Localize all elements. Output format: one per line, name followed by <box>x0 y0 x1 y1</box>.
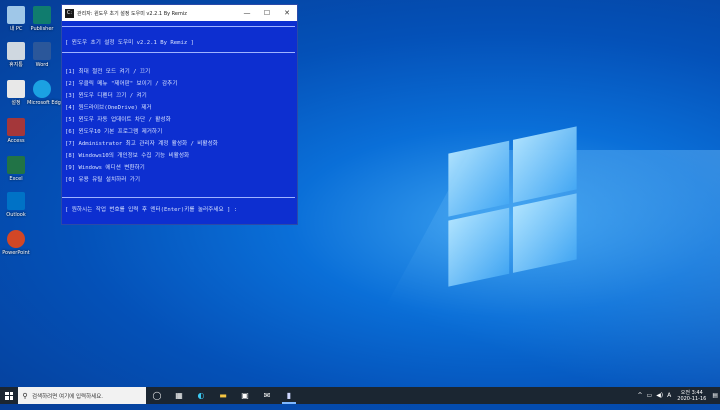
menu-item-1: [1] 최대 절전 모드 켜기 / 끄기 <box>65 69 151 75</box>
windows-logo-wallpaper <box>448 126 577 288</box>
folder-icon: ▬ <box>219 391 227 400</box>
task-view-button[interactable]: ◯ <box>146 387 168 404</box>
menu-item-9: [9] Windows 에디션 변환하기 <box>65 165 145 171</box>
input-language-indicator[interactable]: A <box>665 392 673 399</box>
taskbar-file-explorer[interactable]: ▬ <box>212 387 234 404</box>
outlook-icon <box>7 192 25 210</box>
search-icon: ⚲ <box>22 391 28 400</box>
menu-item-2: [2] 우클릭 메뉴 "제어판" 보이기 / 감추기 <box>65 81 178 87</box>
widgets-button[interactable]: ▦ <box>168 387 190 404</box>
start-button[interactable] <box>0 387 18 404</box>
powerpoint-icon <box>7 230 25 248</box>
search-placeholder: 검색하려면 여기에 입력하세요. <box>32 393 104 400</box>
menu-item-8: [8] Windows10의 개인정보 수집 기능 비활성화 <box>65 153 190 159</box>
windows-start-icon <box>5 391 13 400</box>
edge-icon: ◐ <box>197 391 205 400</box>
console-icon: C: <box>65 8 74 18</box>
minimize-button[interactable]: — <box>237 9 257 17</box>
desktop-icon-edge[interactable]: Microsoft Edge <box>27 80 64 106</box>
tray-chevron-icon[interactable]: ^ <box>635 392 644 399</box>
window-title: 관리자: 윈도우 초기 설정 도우미 v2.2.1 By Remiz <box>77 10 187 17</box>
notification-icon[interactable]: ▤ <box>710 392 720 399</box>
menu-item-7: [7] Administrator 최고 관리자 계정 활성화 / 비활성화 <box>65 141 218 147</box>
clock-time: 오전 3:44 <box>680 389 703 396</box>
maximize-button[interactable]: ☐ <box>257 9 277 17</box>
menu-item-5: [5] 윈도우 자동 업데이트 차단 / 활성화 <box>65 117 171 123</box>
window-titlebar[interactable]: C: 관리자: 윈도우 초기 설정 도우미 v2.2.1 By Remiz — … <box>62 5 297 21</box>
desktop-icon-word[interactable]: Word <box>27 42 57 68</box>
taskbar: ⚲ 검색하려면 여기에 입력하세요. ◯ ▦ ◐ ▬ ▣ ✉ ▮ ^ ▭ ◀) … <box>0 387 720 404</box>
publisher-icon <box>33 6 51 24</box>
desktop-icon-access[interactable]: Access <box>1 118 31 144</box>
document-icon <box>7 80 25 98</box>
desktop-icon-powerpoint[interactable]: PowerPoint <box>1 230 31 256</box>
widgets-icon: ▦ <box>175 391 183 400</box>
taskbar-mail[interactable]: ✉ <box>256 387 278 404</box>
word-icon <box>33 42 51 60</box>
menu-item-4: [4] 원드라이브(OneDrive) 제거 <box>65 105 152 111</box>
console-divider <box>62 197 295 198</box>
network-icon[interactable]: ▭ <box>645 392 655 399</box>
taskbar-search-box[interactable]: ⚲ 검색하려면 여기에 입력하세요. <box>18 387 146 404</box>
task-view-icon: ◯ <box>152 391 162 400</box>
taskbar-edge[interactable]: ◐ <box>190 387 212 404</box>
console-divider <box>62 52 295 53</box>
close-button[interactable]: ✕ <box>277 9 297 17</box>
desktop-icon-outlook[interactable]: Outlook <box>1 192 31 218</box>
volume-icon[interactable]: ◀) <box>654 392 665 399</box>
console-window[interactable]: C: 관리자: 윈도우 초기 설정 도우미 v2.2.1 By Remiz — … <box>61 4 298 225</box>
mail-icon: ✉ <box>263 391 271 400</box>
excel-icon <box>7 156 25 174</box>
taskbar-console[interactable]: ▮ <box>278 387 300 404</box>
console-header: [ 윈도우 초기 설정 도우미 v2.2.1 By Remiz ] <box>65 40 194 46</box>
menu-item-3: [3] 윈도우 디펜더 끄기 / 켜기 <box>65 93 147 99</box>
access-icon <box>7 118 25 136</box>
console-divider <box>62 26 295 27</box>
clock-date: 2020-11-16 <box>677 395 707 402</box>
desktop-icon-excel[interactable]: Excel <box>1 156 31 182</box>
taskbar-store[interactable]: ▣ <box>234 387 256 404</box>
store-icon: ▣ <box>241 391 249 400</box>
taskbar-clock[interactable]: 오전 3:44 2020-11-16 <box>673 390 710 402</box>
edge-icon <box>33 80 51 98</box>
menu-item-0: [0] 유용 유틸 설치하러 가기 <box>65 177 141 183</box>
desktop-icon-publisher[interactable]: Publisher <box>27 6 57 32</box>
pc-icon <box>7 6 25 24</box>
input-prompt[interactable]: [ 원하시는 작업 번호를 입력 후 엔터(Enter)키를 눌러주세요 ] : <box>65 205 237 213</box>
recycle-bin-icon <box>7 42 25 60</box>
menu-item-6: [6] 윈도우10 기본 프로그램 제거하기 <box>65 129 163 135</box>
system-tray: ^ ▭ ◀) A 오전 3:44 2020-11-16 ▤ <box>635 390 720 402</box>
console-icon: ▮ <box>286 391 292 400</box>
